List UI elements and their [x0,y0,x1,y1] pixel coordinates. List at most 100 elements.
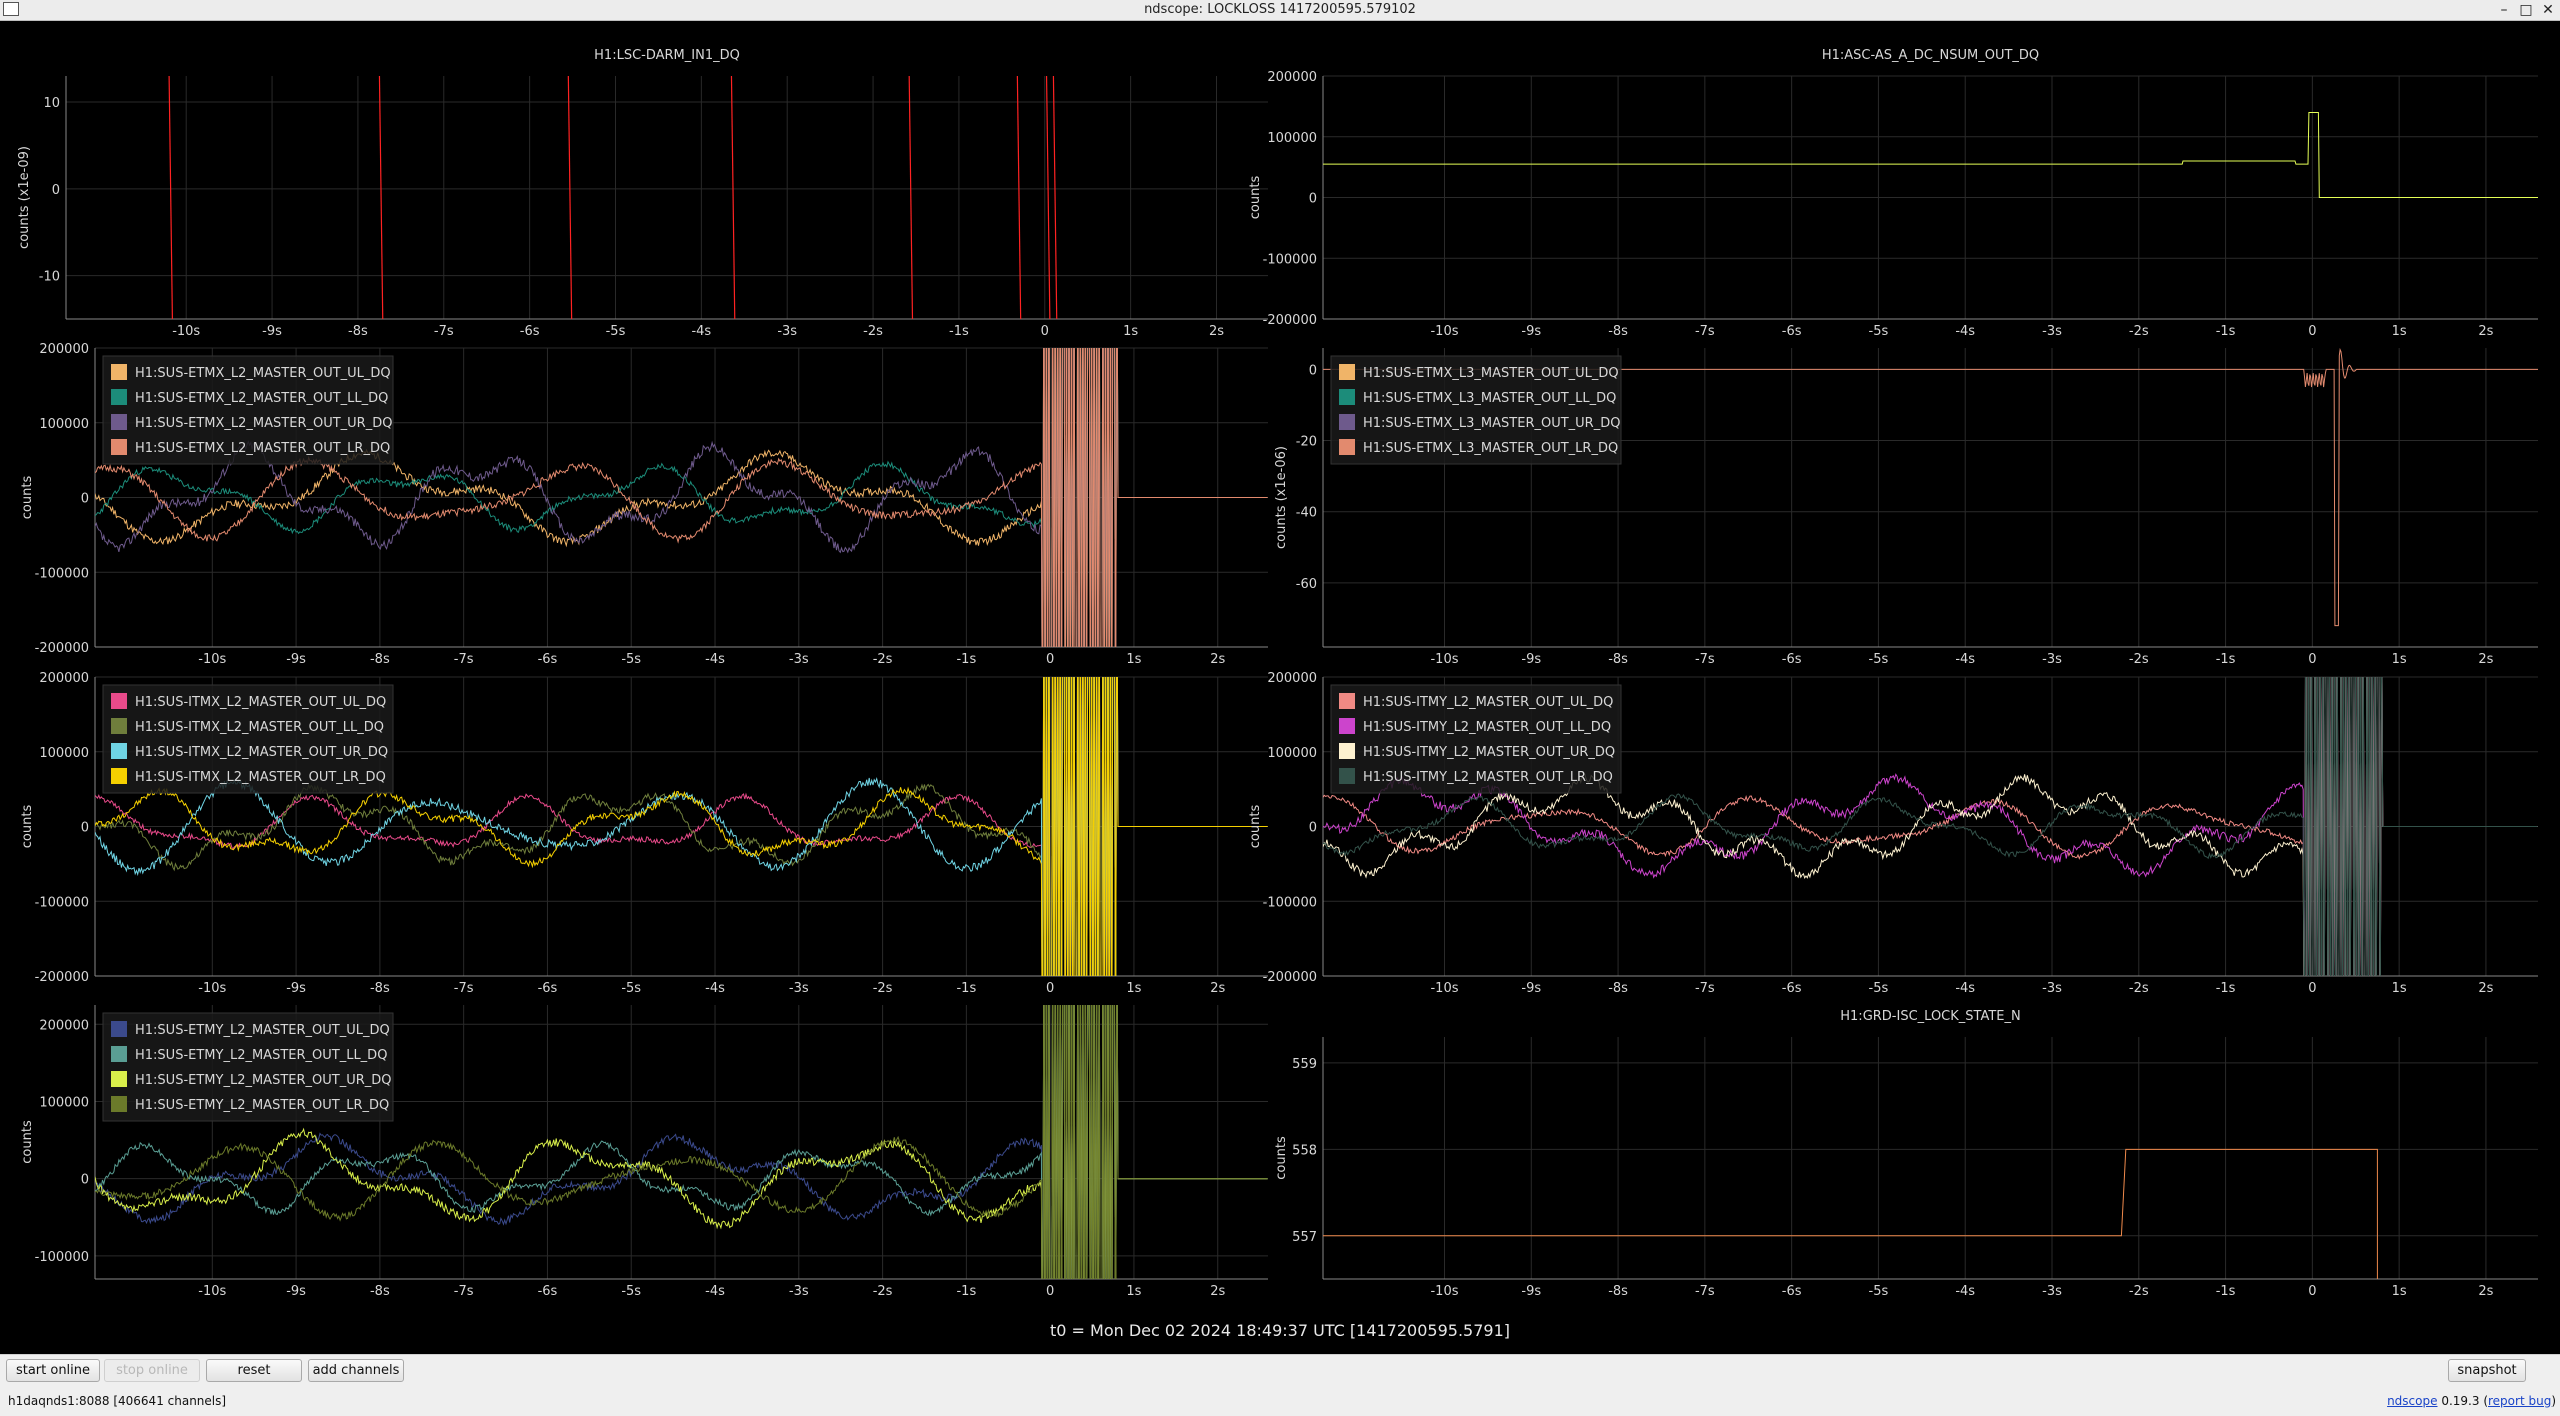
x-tick-label: 1s [1126,1284,1141,1299]
x-tick-label: -6s [1782,324,1802,339]
x-tick-label: -10s [198,981,226,996]
x-tick-label: -4s [1955,652,1975,667]
plot-asc[interactable]: -10s -9s -8s -7s -6s -5s -4s -3s -2s -1s 0 1s 2s 2000… [1248,48,2538,339]
legend-label: H1:SUS-ETMX_L3_MASTER_OUT_UR_DQ [1363,416,1620,431]
x-tick-label: -2s [863,324,883,339]
legend-swatch [111,1046,127,1062]
legend-label: H1:SUS-ETMX_L2_MASTER_OUT_LL_DQ [135,391,388,406]
x-tick-label: 1s [1126,981,1141,996]
y-axis-label: counts [1248,176,1263,220]
minimize-button[interactable]: – [2494,1,2514,19]
x-tick-label: -7s [454,981,474,996]
server-status: h1daqnds1:8088 [406641 channels] [8,1394,227,1408]
legend[interactable]: H1:SUS-ETMY_L2_MASTER_OUT_UL_DQ H1:SUS-ET… [102,1012,394,1122]
x-tick-label: -1s [949,324,969,339]
x-tick-label: -5s [621,1284,641,1299]
y-tick-label: 100000 [1267,131,1317,146]
x-tick-label: 2s [2478,652,2493,667]
x-tick-label: -1s [2216,1284,2236,1299]
x-tick-label: -2s [2129,1284,2149,1299]
y-tick-label: 200000 [39,671,89,686]
x-tick-label: -5s [621,652,641,667]
x-tick-label: -8s [348,324,368,339]
y-tick-label: -200000 [1263,313,1317,328]
x-tick-label: 2s [1209,324,1224,339]
y-tick-label: 0 [1309,821,1317,836]
legend-swatch [111,364,127,380]
x-tick-label: -3s [789,1284,809,1299]
legend[interactable]: H1:SUS-ITMX_L2_MASTER_OUT_UL_DQ H1:SUS-IT… [102,684,394,794]
y-tick-label: -60 [1296,577,1317,592]
x-tick-label: 2s [2478,1284,2493,1299]
legend-swatch [111,1096,127,1112]
x-tick-label: -5s [1869,324,1889,339]
x-tick-label: -1s [956,981,976,996]
legend-swatch [1339,414,1355,430]
y-tick-label: 100000 [39,1095,89,1110]
legend-label: H1:SUS-ITMY_L2_MASTER_OUT_UL_DQ [1363,695,1613,710]
trace-spike [730,76,736,319]
legend[interactable]: H1:SUS-ITMY_L2_MASTER_OUT_UL_DQ H1:SUS-IT… [1330,684,1622,794]
y-tick-label: 0 [81,821,89,836]
x-tick-label: -3s [777,324,797,339]
plot-canvas[interactable]: -10s -9s -8s -7s -6s -5s -4s -3s -2s -1s 0 1s 2s100-… [0,21,2560,1351]
y-tick-label: 559 [1292,1057,1317,1072]
x-tick-label: -3s [2042,981,2062,996]
x-tick-label: -6s [1782,652,1802,667]
x-tick-label: -9s [286,1284,306,1299]
x-tick-label: -9s [1521,981,1541,996]
report-bug-link[interactable]: report bug [2488,1394,2551,1408]
y-tick-label: 0 [1309,363,1317,378]
plot-guardian[interactable]: -10s -9s -8s -7s -6s -5s -4s -3s -2s -1s 0 1s 2s 559 5… [1274,1009,2538,1299]
add-channels-button[interactable]: add channels [308,1359,404,1382]
x-tick-label: 2s [1210,652,1225,667]
reset-button[interactable]: reset [206,1359,302,1382]
x-tick-label: -3s [2042,324,2062,339]
trace-line [95,1005,1268,1279]
maximize-button[interactable]: □ [2516,1,2536,19]
x-tick-label: -8s [1608,652,1628,667]
x-tick-label: -8s [1608,981,1628,996]
plot-grid: -10s -9s -8s -7s -6s -5s -4s -3s -2s -1s 0 1s 2s 10 0-… [0,21,2560,1351]
version-name-link[interactable]: ndscope [2387,1394,2437,1408]
close-button[interactable]: ✕ [2538,1,2558,19]
snapshot-button[interactable]: snapshot [2448,1359,2526,1382]
x-tick-label: -9s [1521,1284,1541,1299]
x-tick-label: -6s [520,324,540,339]
x-tick-label: -7s [1695,652,1715,667]
stop-online-button[interactable]: stop online [104,1359,200,1382]
start-online-button[interactable]: start online [6,1359,100,1382]
x-tick-label: -7s [434,324,454,339]
y-tick-label: -100000 [35,895,89,910]
x-tick-label: -8s [1608,1284,1628,1299]
x-tick-label: -6s [1782,1284,1802,1299]
legend-swatch [111,1071,127,1087]
trace-spike [908,76,914,319]
x-tick-label: -6s [538,981,558,996]
x-tick-label: -4s [1955,981,1975,996]
plot-title: H1:ASC-AS_A_DC_NSUM_OUT_DQ [1822,48,2039,63]
version-number: 0.19.3 [2441,1394,2480,1408]
legend[interactable]: H1:SUS-ETMX_L2_MASTER_OUT_UL_DQ H1:SUS-ET… [102,355,394,465]
y-tick-label: 100000 [39,417,89,432]
x-tick-label: 0 [2308,652,2316,667]
x-tick-label: 2s [1210,1284,1225,1299]
y-tick-label: 200000 [39,1018,89,1033]
x-tick-label: -8s [1608,324,1628,339]
plot-itmy_l2[interactable]: -10s -9s -8s -7s -6s -5s -4s -3s -2s -1s 0 1s 2s 2000… [1248,528,2538,1126]
legend-swatch [1339,743,1355,759]
x-tick-label: -4s [705,652,725,667]
trace-line [1323,112,2538,198]
legend-label: H1:SUS-ITMY_L2_MASTER_OUT_UR_DQ [1363,745,1615,760]
x-tick-label: -7s [454,1284,474,1299]
y-tick-label: -100000 [35,1250,89,1265]
legend[interactable]: H1:SUS-ETMX_L3_MASTER_OUT_UL_DQ H1:SUS-ET… [1330,355,1622,465]
plot-darm[interactable]: -10s -9s -8s -7s -6s -5s -4s -3s -2s -1s 0 1s 2s 10 0 -… [17,48,1268,339]
legend-label: H1:SUS-ITMY_L2_MASTER_OUT_LL_DQ [1363,720,1611,735]
x-tick-label: -2s [873,981,893,996]
plot-etmx_l3[interactable]: -10s -9s -8s -7s -6s -5s -4s -3s -2s -1s 0 1s 2s 0 -20… [1274,348,2538,667]
t0-label: t0 = Mon Dec 02 2024 18:49:37 UTC [14172… [1050,1321,1510,1340]
x-tick-label: -10s [1430,324,1458,339]
legend-swatch [111,718,127,734]
x-tick-label: -8s [370,981,390,996]
